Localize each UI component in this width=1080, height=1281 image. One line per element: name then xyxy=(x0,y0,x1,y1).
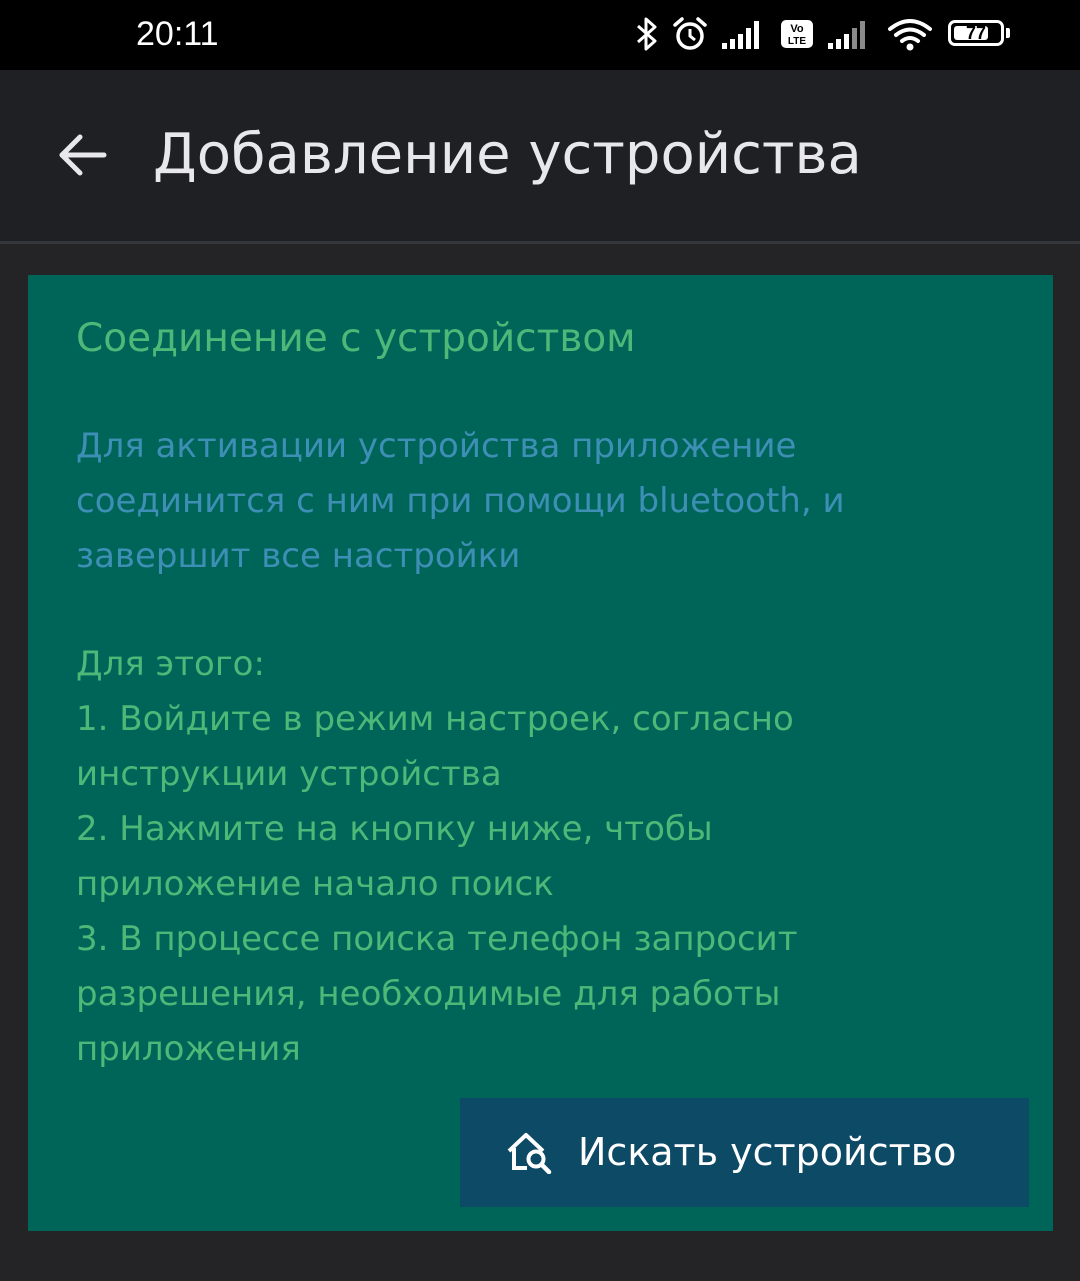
card-title: Соединение с устройством xyxy=(76,316,636,361)
back-button[interactable] xyxy=(48,127,118,187)
svg-text:Vo: Vo xyxy=(790,23,804,35)
alarm-icon xyxy=(672,16,708,52)
status-bar: 20:11 Vo LTE 77 xyxy=(0,0,1080,70)
connection-card: Соединение с устройством Для активации у… xyxy=(28,275,1053,1231)
status-icons: Vo LTE 77 xyxy=(636,14,1010,54)
wifi-icon xyxy=(886,17,934,51)
bluetooth-icon xyxy=(636,17,658,51)
card-instructions: Для этого: 1. Войдите в режим настроек, … xyxy=(76,644,798,1069)
card-description: Для активации устройства приложение соед… xyxy=(76,426,845,576)
status-time: 20:11 xyxy=(136,15,219,53)
app-bar: Добавление устройства xyxy=(0,70,1080,244)
arrow-left-icon xyxy=(58,133,108,181)
home-search-icon xyxy=(507,1132,553,1175)
search-device-button[interactable]: Искать устройство xyxy=(460,1098,1029,1207)
svg-text:LTE: LTE xyxy=(788,36,806,47)
battery-level: 77 xyxy=(965,23,987,43)
page-title: Добавление устройства xyxy=(153,122,862,187)
signal-icon xyxy=(828,19,872,49)
volte-icon: Vo LTE xyxy=(780,19,814,49)
battery-icon: 77 xyxy=(948,20,1010,48)
signal-icon xyxy=(722,19,766,49)
search-device-label: Искать устройство xyxy=(578,1130,957,1174)
